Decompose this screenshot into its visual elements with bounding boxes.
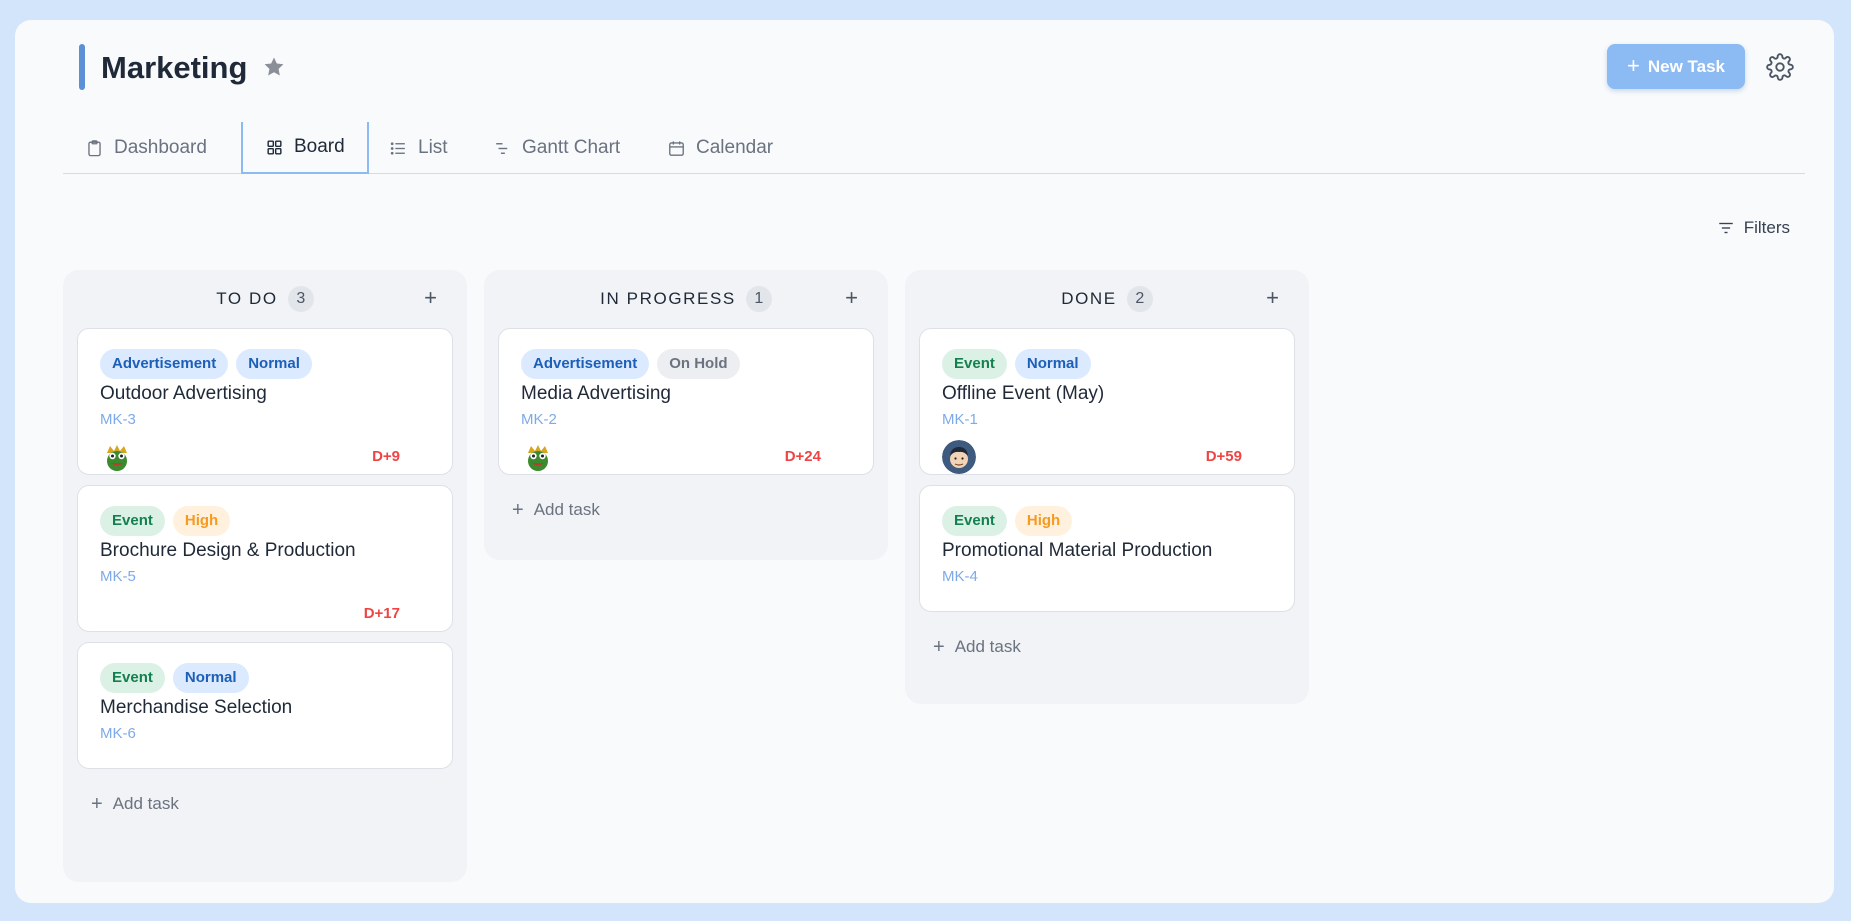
card-id: MK-3: [100, 411, 136, 428]
add-task-button[interactable]: + Add task: [905, 622, 1309, 672]
filter-icon: [1718, 222, 1733, 234]
avatar-frog-icon: [100, 440, 134, 474]
tag-list: Event Normal: [942, 349, 1272, 379]
plus-icon: +: [512, 498, 524, 521]
tab-board[interactable]: Board: [241, 122, 369, 174]
due-badge: D+59: [1205, 448, 1242, 465]
avatar-man-icon: [942, 440, 976, 474]
task-card[interactable]: Event High Brochure Design & Production …: [77, 485, 453, 632]
filters-button[interactable]: Filters: [1717, 218, 1790, 238]
tag-list: Event High: [942, 506, 1272, 536]
column-header: DONE 2 +: [905, 270, 1309, 328]
column-count: 1: [745, 286, 772, 312]
column-title: IN PROGRESS: [600, 289, 736, 308]
add-card-button[interactable]: +: [1266, 285, 1279, 311]
tag-category: Event: [942, 506, 1007, 536]
tag-category: Advertisement: [100, 349, 229, 379]
card-id: MK-1: [942, 411, 978, 428]
tab-gantt-chart[interactable]: Gantt Chart: [471, 122, 642, 174]
column-count: 2: [1126, 286, 1153, 312]
tag-priority: High: [172, 506, 231, 536]
due-badge: D+24: [784, 448, 821, 465]
gear-icon[interactable]: [1766, 53, 1794, 81]
card-title: Media Advertising: [521, 383, 671, 404]
plus-icon: +: [91, 792, 103, 815]
card-footer: D+24: [521, 428, 851, 474]
task-card[interactable]: Event Normal Offline Event (May) MK-1 D+…: [919, 328, 1295, 475]
tag-category: Event: [100, 506, 165, 536]
card-id: MK-4: [942, 568, 978, 585]
card-title: Outdoor Advertising: [100, 383, 267, 404]
card-footer: D+9: [100, 428, 430, 474]
title-accent-bar: [79, 44, 85, 90]
task-card[interactable]: Event Normal Merchandise Selection MK-6: [77, 642, 453, 769]
column-todo: TO DO 3 + Advertisement Normal Outdoor A…: [63, 270, 467, 882]
tag-priority: High: [1014, 506, 1073, 536]
list-icon: [390, 141, 405, 155]
task-card[interactable]: Advertisement Normal Outdoor Advertising…: [77, 328, 453, 475]
card-title: Offline Event (May): [942, 383, 1105, 404]
gantt-icon: [496, 142, 508, 154]
plus-icon: +: [933, 635, 945, 658]
avatar-frog-icon: [521, 440, 555, 474]
column-title: TO DO: [216, 289, 278, 308]
tag-priority: Normal: [172, 663, 249, 693]
tab-list[interactable]: List: [367, 122, 470, 174]
tag-category: Advertisement: [521, 349, 650, 379]
add-task-button[interactable]: + Add task: [484, 485, 888, 535]
plus-icon: +: [1626, 52, 1640, 78]
column-in-progress: IN PROGRESS 1 + Advertisement On Hold Me…: [484, 270, 888, 560]
tab-dashboard[interactable]: Dashboard: [63, 122, 229, 174]
tag-category: Event: [100, 663, 165, 693]
new-task-button[interactable]: + New Task: [1607, 44, 1745, 89]
due-badge: D+17: [363, 605, 400, 622]
card-title: Promotional Material Production: [942, 540, 1213, 561]
tag-priority: Normal: [1014, 349, 1091, 379]
add-card-button[interactable]: +: [424, 285, 437, 311]
task-card[interactable]: Event High Promotional Material Producti…: [919, 485, 1295, 612]
card-footer: D+59: [942, 428, 1272, 474]
page-title: Marketing: [101, 50, 248, 85]
clipboard-icon: [88, 139, 101, 156]
card-footer: D+17: [100, 585, 430, 631]
tag-list: Event Normal: [100, 663, 430, 693]
page-header: Marketing + New Task: [79, 44, 1794, 108]
column-title: DONE: [1061, 289, 1117, 308]
tag-priority: Normal: [236, 349, 312, 379]
tag-status: On Hold: [657, 349, 740, 379]
column-done: DONE 2 + Event Normal Offline Event (May…: [905, 270, 1309, 704]
card-id: MK-6: [100, 725, 136, 742]
tag-list: Advertisement On Hold: [521, 349, 851, 379]
task-card[interactable]: Advertisement On Hold Media Advertising …: [498, 328, 874, 475]
tab-calendar[interactable]: Calendar: [645, 122, 795, 174]
column-header: IN PROGRESS 1 +: [484, 270, 888, 328]
card-id: MK-5: [100, 568, 136, 585]
column-count: 3: [287, 286, 314, 312]
tag-list: Advertisement Normal: [100, 349, 430, 379]
due-badge: D+9: [372, 448, 400, 465]
calendar-icon: [669, 140, 684, 156]
star-icon[interactable]: [261, 54, 287, 80]
tag-category: Event: [942, 349, 1007, 379]
grid-icon: [267, 139, 282, 155]
tag-list: Event High: [100, 506, 430, 536]
new-task-label: New Task: [1647, 56, 1726, 76]
add-task-button[interactable]: + Add task: [63, 779, 467, 829]
card-title: Brochure Design & Production: [100, 540, 356, 561]
column-header: TO DO 3 +: [63, 270, 467, 328]
view-tabs: Dashboard Board List Gantt Chart Calenda…: [63, 120, 1805, 174]
card-title: Merchandise Selection: [100, 697, 293, 718]
card-id: MK-2: [521, 411, 557, 428]
add-card-button[interactable]: +: [845, 285, 858, 311]
app-frame: Marketing + New Task Dashboard Board Lis…: [15, 20, 1834, 903]
